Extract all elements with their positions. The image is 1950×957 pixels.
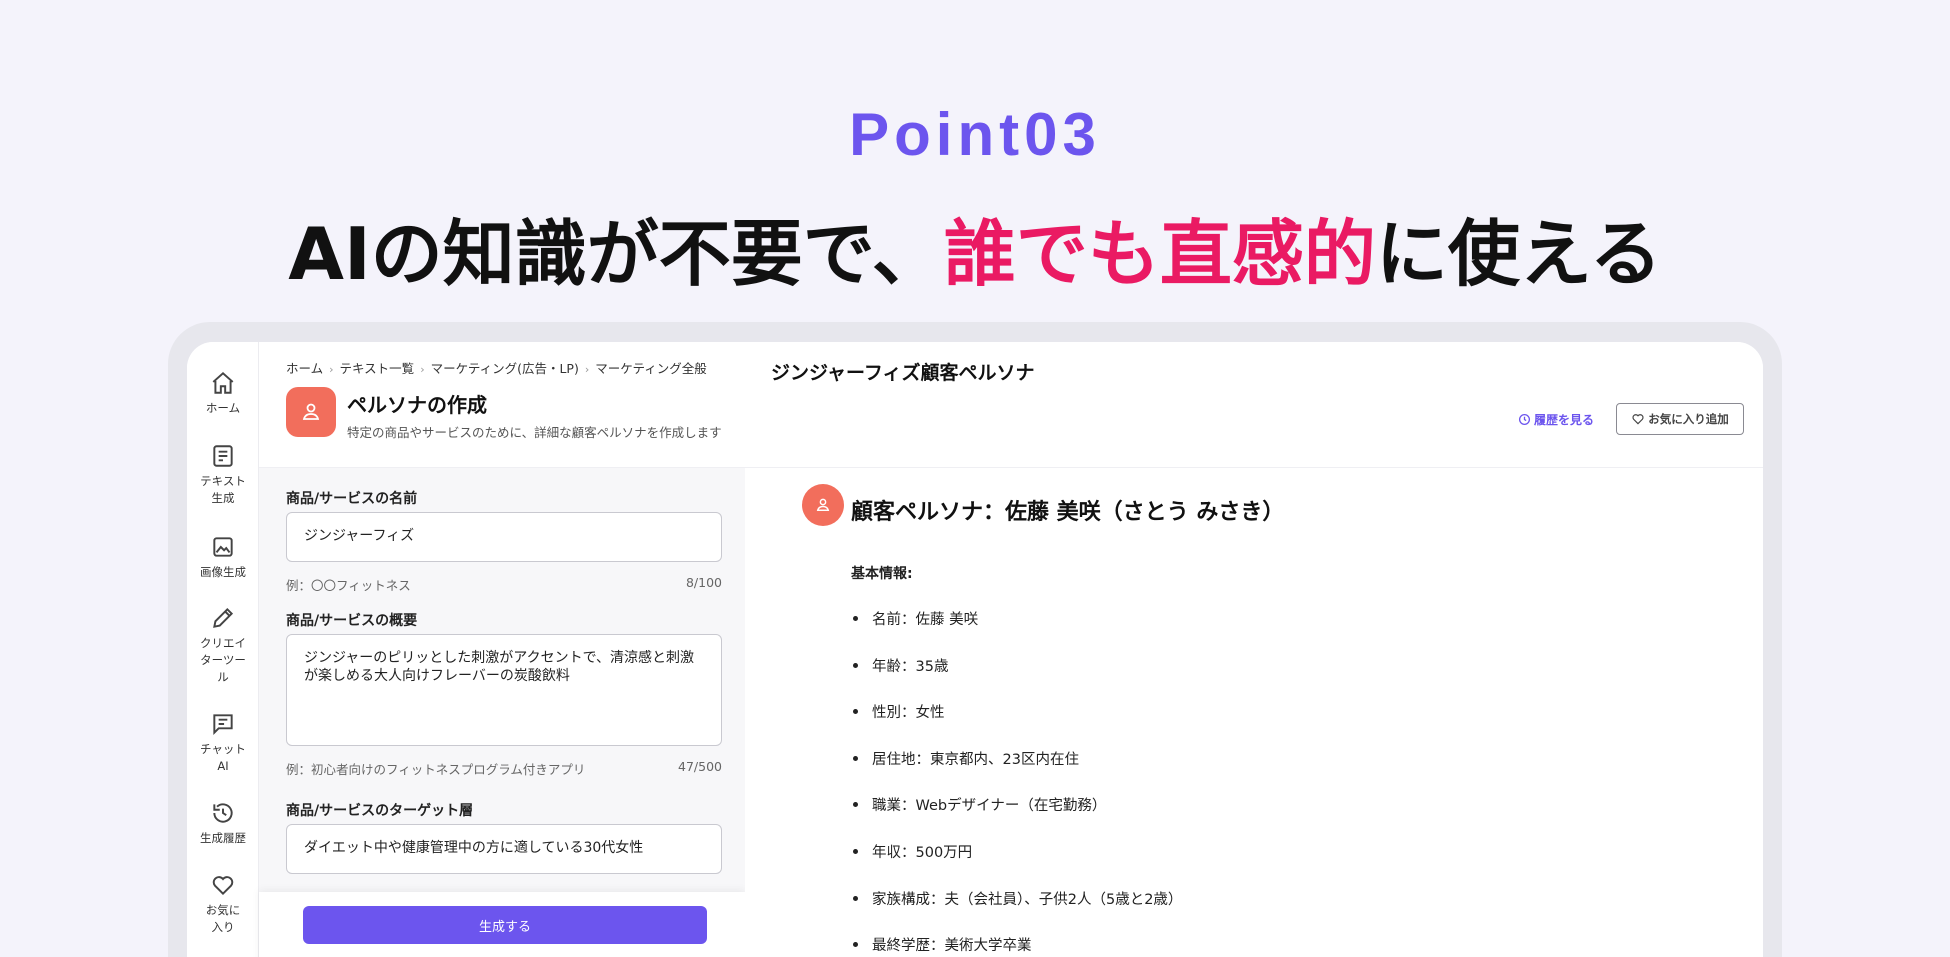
product-name-input[interactable]: ジンジャーフィズ (286, 512, 722, 562)
form-body: 商品/サービスの名前 ジンジャーフィズ 例：〇〇フィットネス 8/100 商品/… (259, 468, 745, 957)
list-item: 居住地：東京都内、23区内在住 (851, 748, 1182, 795)
persona-details-list: 名前：佐藤 美咲 年齢：35歳 性別：女性 居住地：東京都内、23区内在住 職業… (851, 608, 1182, 957)
product-summary-label: 商品/サービスの概要 (286, 613, 418, 629)
persona-avatar (802, 484, 844, 526)
sidebar-item-label: クリエイターツール (200, 636, 246, 684)
sidebar-item-label: 画像生成 (200, 565, 246, 579)
list-item: 最終学歴：美術大学卒業 (851, 934, 1182, 957)
chat-icon (210, 711, 236, 737)
list-item: 名前：佐藤 美咲 (851, 608, 1182, 655)
user-icon (816, 498, 830, 511)
sidebar-item-creator-tools[interactable]: クリエイターツール (187, 605, 259, 686)
view-history-link[interactable]: 履歴を見る (1518, 411, 1594, 428)
history-icon (210, 800, 236, 826)
generate-button[interactable]: 生成する (303, 906, 707, 944)
sidebar-item-label: テキスト生成 (200, 474, 246, 505)
list-item: 年齢：35歳 (851, 655, 1182, 702)
breadcrumb-item[interactable]: マーケティング(広告・LP) (431, 361, 579, 376)
app-window: ホーム テキスト生成 画像生成 クリエイターツール チャットAI 生成履歴 お気… (187, 342, 1763, 957)
sidebar: ホーム テキスト生成 画像生成 クリエイターツール チャットAI 生成履歴 お気… (187, 342, 259, 957)
text-doc-icon (210, 443, 236, 469)
list-item: 年収：500万円 (851, 841, 1182, 888)
add-favorite-label: お気に入り追加 (1648, 412, 1729, 426)
chevron-right-icon: › (420, 363, 425, 376)
hero-title-end: に使える (1375, 212, 1662, 296)
product-summary-hint: 例：初心者向けのフィットネスプログラム付きアプリ (286, 762, 586, 777)
pencil-icon (210, 605, 236, 631)
form-title: ペルソナの作成 (347, 393, 487, 417)
chevron-right-icon: › (584, 363, 590, 376)
hero-title-highlight: 誰でも直感的 (943, 212, 1376, 296)
product-name-counter: 8/100 (685, 575, 722, 590)
sidebar-item-label: 生成履歴 (200, 831, 246, 845)
clock-icon (1518, 413, 1531, 426)
sidebar-item-history[interactable]: 生成履歴 (187, 800, 259, 847)
form-description: 特定の商品やサービスのために、詳細な顧客ペルソナを作成します (347, 425, 722, 440)
list-item: 家族構成：夫（会社員）、子供2人（5歳と2歳） (851, 888, 1182, 935)
sidebar-item-text-generation[interactable]: テキスト生成 (187, 443, 259, 507)
sidebar-item-image-generation[interactable]: 画像生成 (187, 534, 259, 581)
product-name-label: 商品/サービスの名前 (286, 491, 418, 507)
basic-info-label: 基本情報: (851, 566, 913, 582)
result-header: ジンジャーフィズ顧客ペルソナ 履歴を見る お気に入り追加 (745, 342, 1763, 468)
heart-icon (1632, 414, 1644, 425)
home-icon (210, 370, 236, 396)
target-audience-input[interactable]: ダイエット中や健康管理中の方に適している30代女性 (286, 824, 722, 874)
sidebar-item-home[interactable]: ホーム (187, 370, 259, 417)
heart-icon (210, 872, 236, 898)
list-item: 性別：女性 (851, 701, 1182, 748)
breadcrumb-item[interactable]: テキスト一覧 (340, 361, 415, 376)
chevron-right-icon: › (329, 363, 334, 376)
image-icon (210, 534, 236, 560)
persona-icon (286, 387, 336, 437)
result-title: ジンジャーフィズ顧客ペルソナ (771, 362, 1035, 384)
product-summary-textarea[interactable]: ジンジャーのピリッとした刺激がアクセントで、清涼感と刺激が楽しめる大人向けフレー… (286, 634, 722, 746)
target-audience-label: 商品/サービスのターゲット層 (286, 803, 474, 819)
list-item: 職業：Webデザイナー（在宅勤務） (851, 794, 1182, 841)
breadcrumb-item[interactable]: マーケティング全般 (595, 361, 707, 376)
product-name-hint: 例：〇〇フィットネス (286, 578, 411, 593)
breadcrumb: ホーム › テキスト一覧 › マーケティング(広告・LP) › マーケティング全般 (286, 358, 707, 377)
hero-title-start: AIの知識が不要で、 (288, 212, 944, 296)
sidebar-item-label: チャットAI (200, 742, 246, 773)
add-favorite-button[interactable]: お気に入り追加 (1616, 403, 1744, 435)
generate-bar: 生成する (259, 892, 745, 957)
form-header: ホーム › テキスト一覧 › マーケティング(広告・LP) › マーケティング全般 ペルソナ… (259, 342, 745, 468)
view-history-label: 履歴を見る (1534, 413, 1595, 427)
persona-heading: 顧客ペルソナ：佐藤 美咲（さとう みさき） (851, 500, 1285, 525)
breadcrumb-item[interactable]: ホーム (286, 361, 323, 376)
product-summary-counter: 47/500 (678, 759, 722, 774)
sidebar-item-label: ホーム (205, 401, 241, 415)
point-label: Point03 (849, 101, 1101, 168)
sidebar-item-chat-ai[interactable]: チャットAI (187, 711, 259, 775)
result-panel: ジンジャーフィズ顧客ペルソナ 履歴を見る お気に入り追加 顧客ペルソナ：佐藤 美… (745, 342, 1763, 957)
form-panel: ホーム › テキスト一覧 › マーケティング(広告・LP) › マーケティング全般 ペルソナ… (259, 342, 745, 957)
sidebar-item-favorites[interactable]: お気に入り (187, 872, 259, 936)
sidebar-item-label: お気に入り (205, 903, 241, 934)
hero-title: AIの知識が不要で、誰でも直感的に使える (0, 195, 1950, 300)
